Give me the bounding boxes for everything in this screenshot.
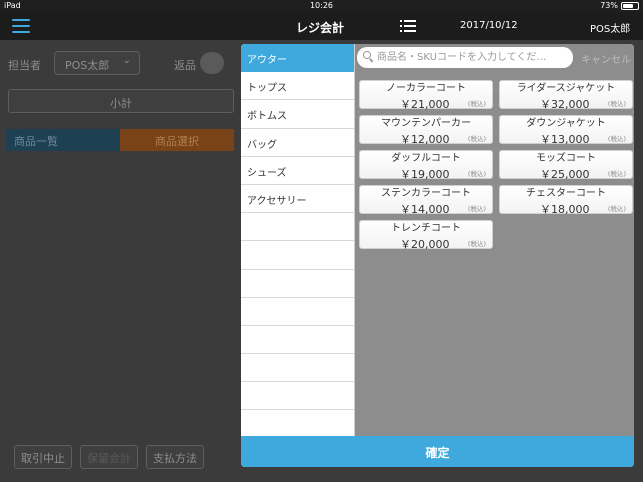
category-item-shoes[interactable]: シューズ <box>241 157 354 185</box>
product-name: モッズコート <box>536 153 596 164</box>
category-empty-row <box>241 382 354 411</box>
product-name: ダッフルコート <box>391 153 461 164</box>
search-icon <box>363 51 374 63</box>
chevron-down-icon: ⌄ <box>122 55 131 66</box>
product-grid: ノーカラーコート ￥21,000 (税込) ライダースジャケット ￥32,000… <box>359 80 634 251</box>
product-name: ダウンジャケット <box>526 118 606 129</box>
product-name: トレンチコート <box>391 223 461 234</box>
page-title: レジ会計 <box>296 21 345 35</box>
confirm-button[interactable]: 確定 <box>241 436 634 467</box>
tax-label: (税込) <box>467 170 486 178</box>
bottom-buttons: 取引中止 保留会計 支払方法 <box>14 445 204 469</box>
product-card[interactable]: チェスターコート ￥18,000 (税込) <box>499 185 633 216</box>
tab-product-list: 商品一覧 <box>6 129 120 151</box>
product-price: ￥12,000 <box>400 133 450 146</box>
category-empty-row <box>241 241 354 270</box>
product-picker-modal: アウター トップス ボトムス バッグ シューズ アクセサリー キャンセル ノーカ… <box>241 44 634 467</box>
product-price: ￥19,000 <box>400 168 450 181</box>
search-input[interactable] <box>377 49 569 66</box>
product-tabs: 商品一覧 商品選択 <box>6 129 234 151</box>
tax-label: (税込) <box>467 205 486 213</box>
search-bar <box>357 47 573 68</box>
staff-select-value: POS太郎 <box>65 59 110 72</box>
category-empty-row <box>241 298 354 326</box>
tax-label: (税込) <box>467 240 486 248</box>
product-price: ￥13,000 <box>540 133 590 146</box>
tax-label: (税込) <box>467 100 486 108</box>
product-card[interactable]: ダウンジャケット ￥13,000 (税込) <box>499 115 633 146</box>
tax-label: (税込) <box>607 135 626 143</box>
product-name: ノーカラーコート <box>386 83 466 94</box>
product-price: ￥21,000 <box>400 98 450 111</box>
category-item-bottoms[interactable]: ボトムス <box>241 100 354 129</box>
category-item-tops[interactable]: トップス <box>241 72 354 101</box>
product-price: ￥20,000 <box>400 238 450 251</box>
cancel-transaction-button: 取引中止 <box>14 445 72 469</box>
product-panel: キャンセル ノーカラーコート ￥21,000 (税込) ライダースジャケット ￥… <box>355 44 634 436</box>
tax-label: (税込) <box>467 135 486 143</box>
product-card[interactable]: ステンカラーコート ￥14,000 (税込) <box>359 185 493 216</box>
product-card[interactable]: マウンテンパーカー ￥12,000 (税込) <box>359 115 493 146</box>
list-icon[interactable] <box>400 18 418 34</box>
tax-label: (税込) <box>607 205 626 213</box>
category-empty-row <box>241 354 354 383</box>
navbar: レジ会計 2017/10/12 POS太郎 <box>0 12 643 40</box>
category-item-outer[interactable]: アウター <box>241 44 354 73</box>
product-price: ￥32,000 <box>540 98 590 111</box>
tab-product-select: 商品選択 <box>120 129 234 151</box>
tax-label: (税込) <box>607 100 626 108</box>
product-price: ￥18,000 <box>540 203 590 216</box>
category-item-accessories[interactable]: アクセサリー <box>241 185 354 214</box>
nav-user: POS太郎 <box>590 24 631 35</box>
category-list: アウター トップス ボトムス バッグ シューズ アクセサリー <box>241 44 355 436</box>
category-empty-row <box>241 213 354 242</box>
nav-date: 2017/10/12 <box>460 20 518 31</box>
status-time: 10:26 <box>309 1 334 10</box>
product-price: ￥25,000 <box>540 168 590 181</box>
product-card[interactable]: ダッフルコート ￥19,000 (税込) <box>359 150 493 181</box>
return-toggle <box>200 52 224 74</box>
status-bar: iPad 10:26 73% <box>0 0 643 12</box>
staff-select: POS太郎 ⌄ <box>54 51 140 75</box>
category-item-bags[interactable]: バッグ <box>241 129 354 157</box>
battery-area: 73% <box>600 1 639 10</box>
battery-percent: 73% <box>600 1 618 10</box>
subtotal-button: 小計 <box>8 89 234 113</box>
product-card[interactable]: ノーカラーコート ￥21,000 (税込) <box>359 80 493 111</box>
product-card[interactable]: モッズコート ￥25,000 (税込) <box>499 150 633 181</box>
staff-label: 担当者 <box>8 59 41 72</box>
search-cancel-button[interactable]: キャンセル <box>581 51 631 66</box>
category-empty-row <box>241 270 354 298</box>
return-label: 返品 <box>174 59 196 72</box>
product-name: ライダースジャケット <box>516 83 616 94</box>
product-price: ￥14,000 <box>400 203 450 216</box>
payment-method-button: 支払方法 <box>146 445 204 469</box>
product-name: ステンカラーコート <box>381 188 471 199</box>
hamburger-menu-icon[interactable] <box>12 19 30 33</box>
hold-payment-button: 保留会計 <box>80 445 138 469</box>
battery-icon <box>621 1 639 10</box>
product-name: チェスターコート <box>526 188 606 199</box>
product-card[interactable]: ライダースジャケット ￥32,000 (税込) <box>499 80 633 111</box>
product-card[interactable]: トレンチコート ￥20,000 (税込) <box>359 220 493 251</box>
tax-label: (税込) <box>607 170 626 178</box>
category-empty-row <box>241 326 354 355</box>
product-name: マウンテンパーカー <box>381 118 471 129</box>
